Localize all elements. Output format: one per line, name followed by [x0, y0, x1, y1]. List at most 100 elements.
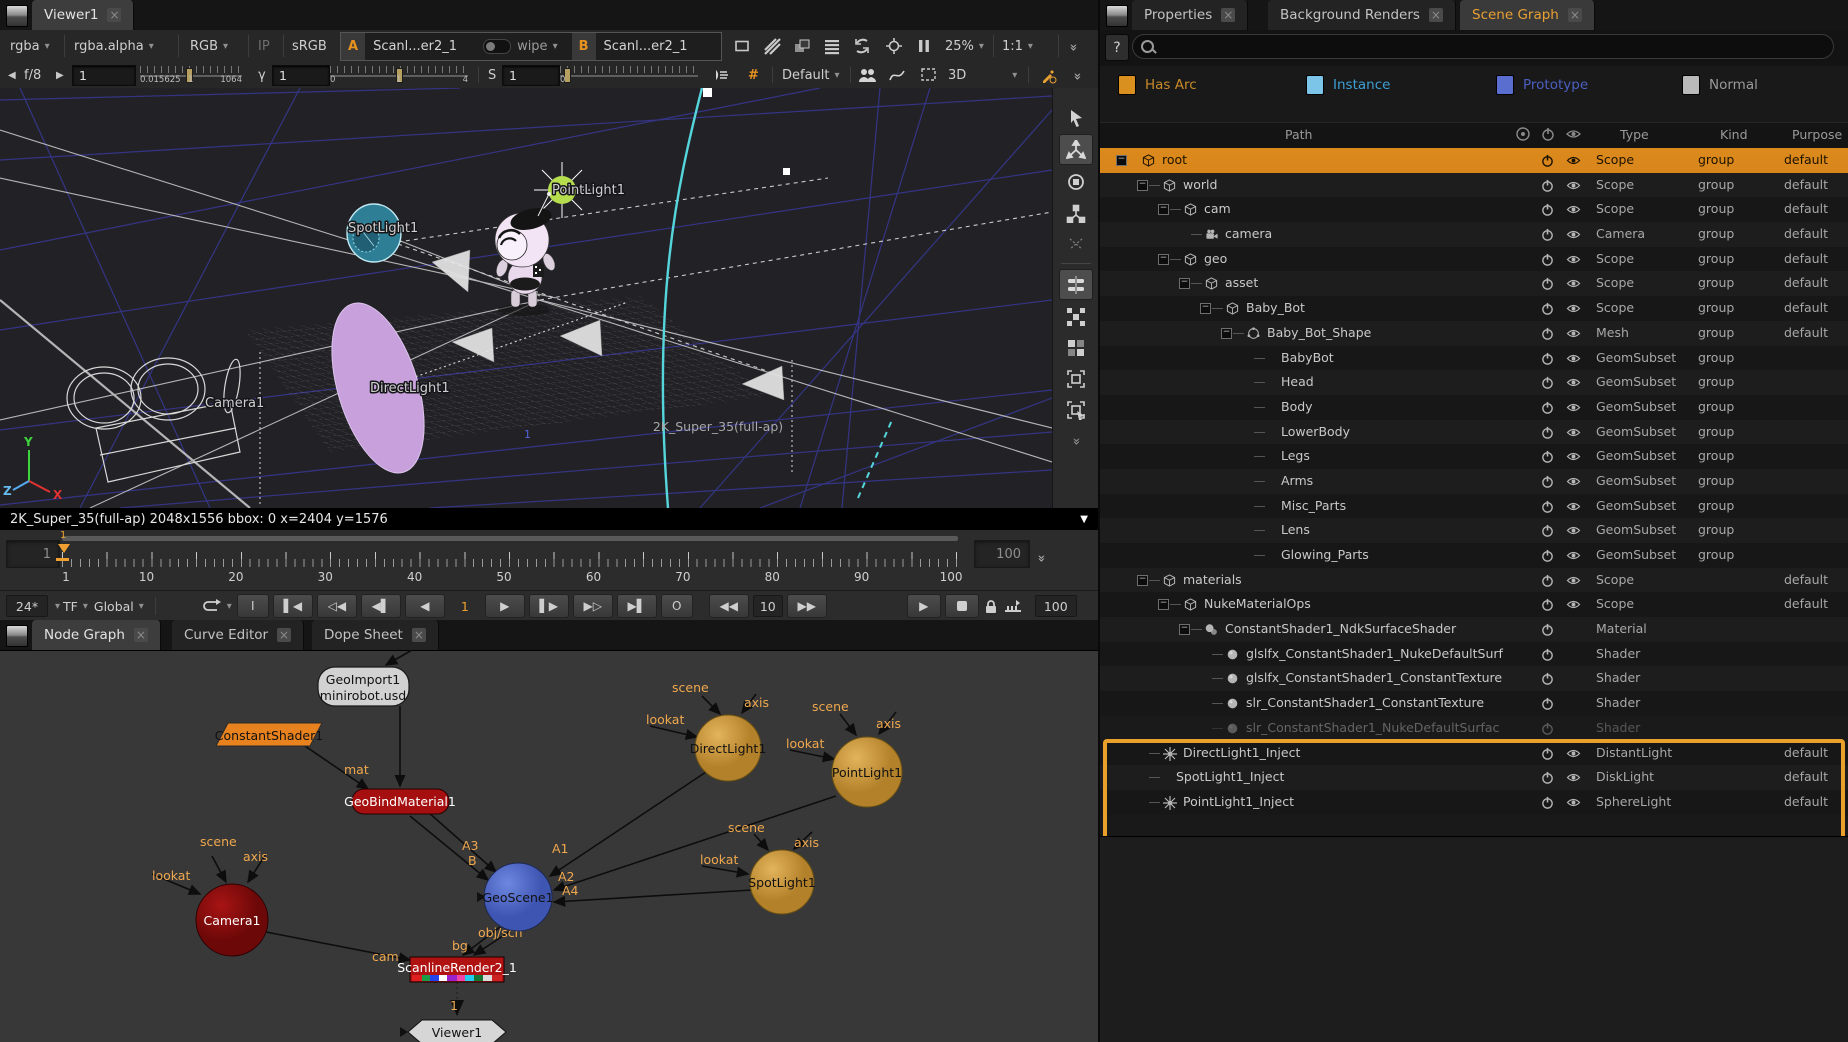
expander-icon[interactable]: −: [1158, 254, 1169, 265]
header-solo-icon[interactable]: [1516, 127, 1530, 144]
power-toggle-icon[interactable]: [1541, 154, 1554, 170]
eye-toggle-icon[interactable]: [1566, 450, 1581, 466]
eye-toggle-icon[interactable]: [1566, 179, 1581, 195]
status-dropdown-icon[interactable]: ▼: [1080, 514, 1088, 525]
scene-graph-row[interactable]: glslfx_ConstantShader1_NukeDefaultSurfSh…: [1100, 642, 1848, 667]
end-frame-field[interactable]: 100: [1035, 595, 1077, 617]
stack-mode-icon[interactable]: [823, 37, 841, 55]
alpha-layer-dropdown[interactable]: rgba.alpha▾: [74, 30, 154, 62]
power-toggle-icon[interactable]: [1541, 697, 1554, 713]
select-tool-icon[interactable]: [1060, 103, 1092, 132]
node-graph-canvas[interactable]: mat scene axis lookat scene axis lookat …: [0, 650, 1098, 1042]
timeline-chevron[interactable]: »: [1038, 546, 1044, 565]
expander-icon[interactable]: −: [1137, 575, 1148, 586]
overlay-compare-icon[interactable]: [793, 37, 811, 55]
scene-graph-row[interactable]: PointLight1_InjectSphereLightdefault: [1100, 790, 1848, 815]
scene-graph-row[interactable]: HeadGeomSubsetgroup: [1100, 370, 1848, 395]
snap-grid-icon[interactable]: [1060, 302, 1092, 331]
eye-toggle-icon[interactable]: [1566, 598, 1581, 614]
view-preset-dropdown[interactable]: Default▾: [782, 62, 840, 88]
power-toggle-icon[interactable]: [1541, 648, 1554, 664]
node-spotlight[interactable]: SpotLight1: [748, 850, 816, 914]
colorspace-button[interactable]: sRGB: [292, 30, 327, 62]
power-toggle-icon[interactable]: [1541, 672, 1554, 688]
power-toggle-icon[interactable]: [1541, 352, 1554, 368]
grid-snap-icon[interactable]: #: [748, 62, 759, 88]
node-scanlinerender[interactable]: ScanlineRender2_1: [397, 957, 517, 982]
expander-icon[interactable]: −: [1179, 624, 1190, 635]
power-toggle-icon[interactable]: [1541, 179, 1554, 195]
header-power-icon[interactable]: [1541, 127, 1555, 144]
scene-graph-row[interactable]: −worldScopegroupdefault: [1100, 173, 1848, 198]
help-button[interactable]: ?: [1105, 34, 1129, 61]
power-toggle-icon[interactable]: [1541, 327, 1554, 343]
fstop-dec-icon[interactable]: ◀: [8, 62, 16, 88]
scene-graph-row[interactable]: slr_ConstantShader1_NukeDefaultSurfacSha…: [1100, 716, 1848, 741]
scene-graph-row[interactable]: SpotLight1_InjectDiskLightdefault: [1100, 765, 1848, 790]
power-toggle-icon[interactable]: [1541, 228, 1554, 244]
scene-graph-row[interactable]: −geoScopegroupdefault: [1100, 247, 1848, 272]
search-input[interactable]: [1132, 34, 1834, 59]
scene-graph-row[interactable]: LowerBodyGeomSubsetgroup: [1100, 420, 1848, 445]
scene-graph-row[interactable]: −rootScopegroupdefault: [1100, 148, 1848, 173]
refresh-icon[interactable]: [853, 37, 871, 55]
loop-mode-icon[interactable]: ▾: [202, 598, 232, 614]
power-toggle-icon[interactable]: [1541, 253, 1554, 269]
jump-forward-button[interactable]: ▶▶: [787, 594, 827, 618]
scale-tool-icon[interactable]: [1060, 198, 1092, 227]
pane-menu-icon[interactable]: [6, 5, 28, 27]
power-toggle-icon[interactable]: [1541, 722, 1554, 738]
scene-graph-row[interactable]: cameraCameragroupdefault: [1100, 222, 1848, 247]
jump-back-button[interactable]: ◀◀: [709, 594, 749, 618]
eye-toggle-icon[interactable]: [1566, 401, 1581, 417]
power-toggle-icon[interactable]: [1541, 549, 1554, 565]
scene-graph-row[interactable]: −NukeMaterialOpsScopedefault: [1100, 592, 1848, 617]
fps-dropdown[interactable]: 24*: [6, 595, 48, 617]
curve-icon[interactable]: [888, 66, 906, 84]
translate-tool-icon[interactable]: [1059, 134, 1093, 165]
viewport-3d[interactable]: SpotLight1 PointLight1 DirectLight1: [0, 88, 1052, 508]
tab-properties[interactable]: Properties×: [1132, 0, 1248, 30]
power-toggle-icon[interactable]: [1541, 598, 1554, 614]
expander-icon[interactable]: −: [1116, 155, 1127, 166]
frame-selected-icon[interactable]: [1060, 395, 1092, 424]
close-icon[interactable]: ×: [107, 8, 121, 22]
scene-graph-row[interactable]: ArmsGeomSubsetgroup: [1100, 469, 1848, 494]
eye-toggle-icon[interactable]: [1566, 228, 1581, 244]
pane-menu-icon[interactable]: [6, 625, 28, 647]
prev-keyframe-button[interactable]: ◁◀: [317, 594, 357, 618]
expander-icon[interactable]: −: [1158, 599, 1169, 610]
eye-toggle-icon[interactable]: [1566, 574, 1581, 590]
set-in-button[interactable]: I: [237, 594, 269, 618]
close-icon[interactable]: ×: [1568, 8, 1582, 22]
expander-icon[interactable]: −: [1179, 278, 1190, 289]
current-frame-field[interactable]: 1: [461, 599, 469, 614]
goto-start-button[interactable]: ▌◀: [273, 594, 313, 618]
scene-graph-row[interactable]: DirectLight1_InjectDistantLightdefault: [1100, 741, 1848, 766]
power-toggle-icon[interactable]: [1541, 376, 1554, 392]
eye-toggle-icon[interactable]: [1566, 500, 1581, 516]
eye-toggle-icon[interactable]: [1566, 747, 1581, 763]
scene-graph-row[interactable]: slr_ConstantShader1_ConstantTextureShade…: [1100, 691, 1848, 716]
power-toggle-icon[interactable]: [1541, 277, 1554, 293]
node-geobindmaterial[interactable]: GeoBindMaterial1: [344, 789, 456, 814]
scene-graph-row[interactable]: −Baby_BotScopegroupdefault: [1100, 296, 1848, 321]
more-tools2-chevron[interactable]: »: [1074, 62, 1080, 88]
checkerboard-icon[interactable]: [763, 37, 781, 55]
quad-view-icon[interactable]: [1060, 333, 1092, 362]
power-toggle-icon[interactable]: [1541, 574, 1554, 590]
manipulator-handle[interactable]: [703, 88, 712, 97]
scene-graph-row[interactable]: −assetScopegroupdefault: [1100, 271, 1848, 296]
scene-graph-row[interactable]: LensGeomSubsetgroup: [1100, 518, 1848, 543]
scene-graph-row[interactable]: −ConstantShader1_NdkSurfaceShaderMateria…: [1100, 617, 1848, 642]
more-tools-chevron[interactable]: »: [1070, 30, 1076, 62]
node-pointlight[interactable]: PointLight1: [832, 737, 902, 807]
scene-graph-row[interactable]: BabyBotGeomSubsetgroup: [1100, 346, 1848, 371]
eye-toggle-icon[interactable]: [1566, 376, 1581, 392]
pane-menu-icon[interactable]: [1106, 5, 1128, 27]
power-toggle-icon[interactable]: [1541, 623, 1554, 639]
lock-icon[interactable]: [984, 599, 998, 614]
roi-icon[interactable]: [885, 37, 903, 55]
goto-end-button[interactable]: ▶▌: [617, 594, 657, 618]
node-geoscene[interactable]: GeoScene1: [477, 863, 554, 931]
